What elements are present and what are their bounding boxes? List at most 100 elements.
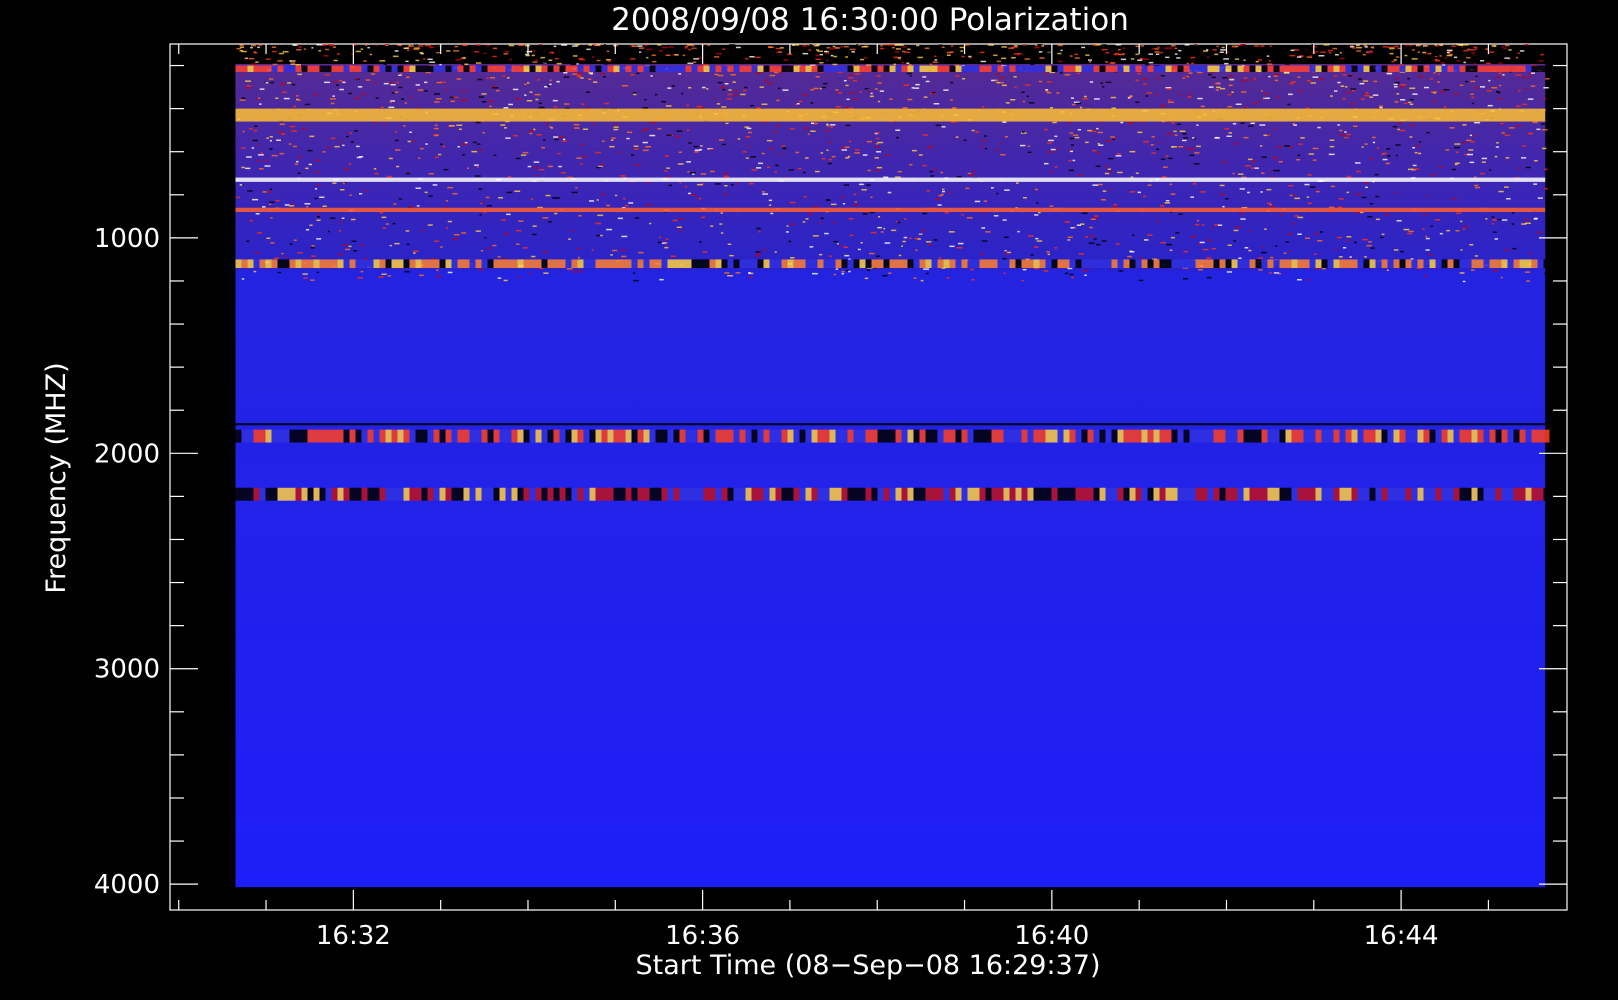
speckle-point	[1524, 57, 1528, 59]
speckle-point	[821, 86, 827, 89]
speckle-point	[923, 268, 929, 270]
speckle-point	[324, 81, 331, 84]
band-segment	[475, 429, 482, 443]
speckle-point	[1178, 49, 1182, 52]
speckle-point	[253, 129, 258, 132]
speckle-point	[1165, 56, 1170, 59]
band-segment	[685, 487, 692, 501]
band-segment	[1255, 65, 1262, 73]
speckle-point	[1323, 44, 1330, 46]
speckle-point	[902, 240, 906, 243]
speckle-point	[293, 239, 297, 241]
band-segment	[439, 429, 446, 443]
speckle-point	[642, 149, 649, 152]
speckle-point	[777, 51, 783, 53]
speckle-point	[684, 47, 689, 49]
speckle-point	[481, 101, 487, 103]
speckle-point	[1367, 216, 1373, 218]
speckle-point	[379, 60, 386, 62]
speckle-point	[988, 44, 994, 46]
band-segment	[1051, 487, 1058, 501]
band-segment	[565, 487, 572, 501]
speckle-point	[531, 54, 535, 57]
speckle-point	[1425, 249, 1430, 251]
speckle-point	[1093, 217, 1098, 219]
band-segment	[769, 259, 776, 269]
band-segment	[1309, 65, 1316, 73]
speckle-point	[786, 231, 789, 233]
speckle-point	[1397, 47, 1401, 50]
speckle-point	[588, 44, 593, 46]
speckle-point	[1503, 47, 1507, 50]
y-tick-label: 4000	[94, 870, 160, 900]
band-segment	[529, 65, 536, 73]
speckle-point	[417, 89, 424, 91]
band-segment	[349, 487, 356, 501]
speckle-point	[265, 58, 271, 60]
speckle-point	[1350, 49, 1354, 51]
band-segment	[565, 65, 572, 73]
band-segment	[1285, 429, 1292, 443]
band-segment	[799, 259, 806, 269]
speckle-point	[921, 230, 925, 232]
band-segment	[1069, 487, 1076, 501]
speckle-point	[810, 130, 816, 132]
speckle-point	[440, 246, 443, 248]
band-segment	[859, 65, 866, 73]
band-segment	[355, 259, 362, 269]
band-segment	[523, 429, 530, 443]
band-segment	[1165, 487, 1172, 501]
speckle-point	[1291, 81, 1296, 83]
speckle-point	[852, 80, 857, 82]
speckle-point	[573, 123, 580, 126]
speckle-point	[554, 212, 558, 215]
speckle-point	[776, 125, 780, 127]
speckle-point	[1474, 121, 1481, 124]
speckle-point	[1366, 244, 1372, 247]
speckle-point	[747, 131, 752, 134]
band-segment	[871, 259, 878, 269]
speckle-point	[1064, 74, 1071, 76]
speckle-point	[1200, 105, 1205, 108]
speckle-point	[1525, 166, 1531, 169]
band-segment	[1189, 65, 1196, 73]
speckle-point	[730, 184, 734, 186]
band-segment	[757, 65, 764, 73]
speckle-point	[1501, 46, 1504, 48]
band-segment	[1495, 65, 1502, 73]
speckle-point	[270, 242, 275, 244]
band-segment	[547, 487, 554, 501]
band-segment	[1117, 487, 1124, 501]
speckle-point	[996, 149, 999, 151]
speckle-point	[532, 233, 537, 236]
speckle-point	[1030, 63, 1035, 66]
band-segment	[1315, 487, 1322, 501]
speckle-point	[529, 132, 533, 135]
speckle-point	[1430, 225, 1433, 227]
band-segment	[1099, 65, 1106, 73]
band-segment	[709, 487, 716, 501]
speckle-point	[1193, 163, 1200, 165]
speckle-point	[840, 196, 844, 198]
speckle-point	[1054, 135, 1058, 138]
speckle-point	[687, 44, 693, 46]
band-segment	[793, 487, 800, 501]
band-segment	[1225, 429, 1232, 443]
speckle-point	[1297, 279, 1302, 281]
speckle-point	[722, 48, 725, 50]
band-segment	[907, 259, 914, 269]
speckle-point	[1455, 212, 1461, 215]
speckle-point	[955, 75, 960, 77]
band-segment	[1441, 65, 1448, 73]
band-segment	[859, 259, 866, 269]
speckle-point	[807, 133, 810, 135]
band-segment	[673, 65, 680, 73]
band-segment	[775, 65, 782, 73]
speckle-point	[1527, 132, 1533, 135]
speckle-point	[1541, 129, 1548, 131]
speckle-point	[1241, 91, 1247, 93]
speckle-point	[805, 157, 809, 159]
speckle-point	[1517, 52, 1520, 54]
speckle-point	[1169, 249, 1173, 251]
band-segment	[247, 65, 254, 73]
